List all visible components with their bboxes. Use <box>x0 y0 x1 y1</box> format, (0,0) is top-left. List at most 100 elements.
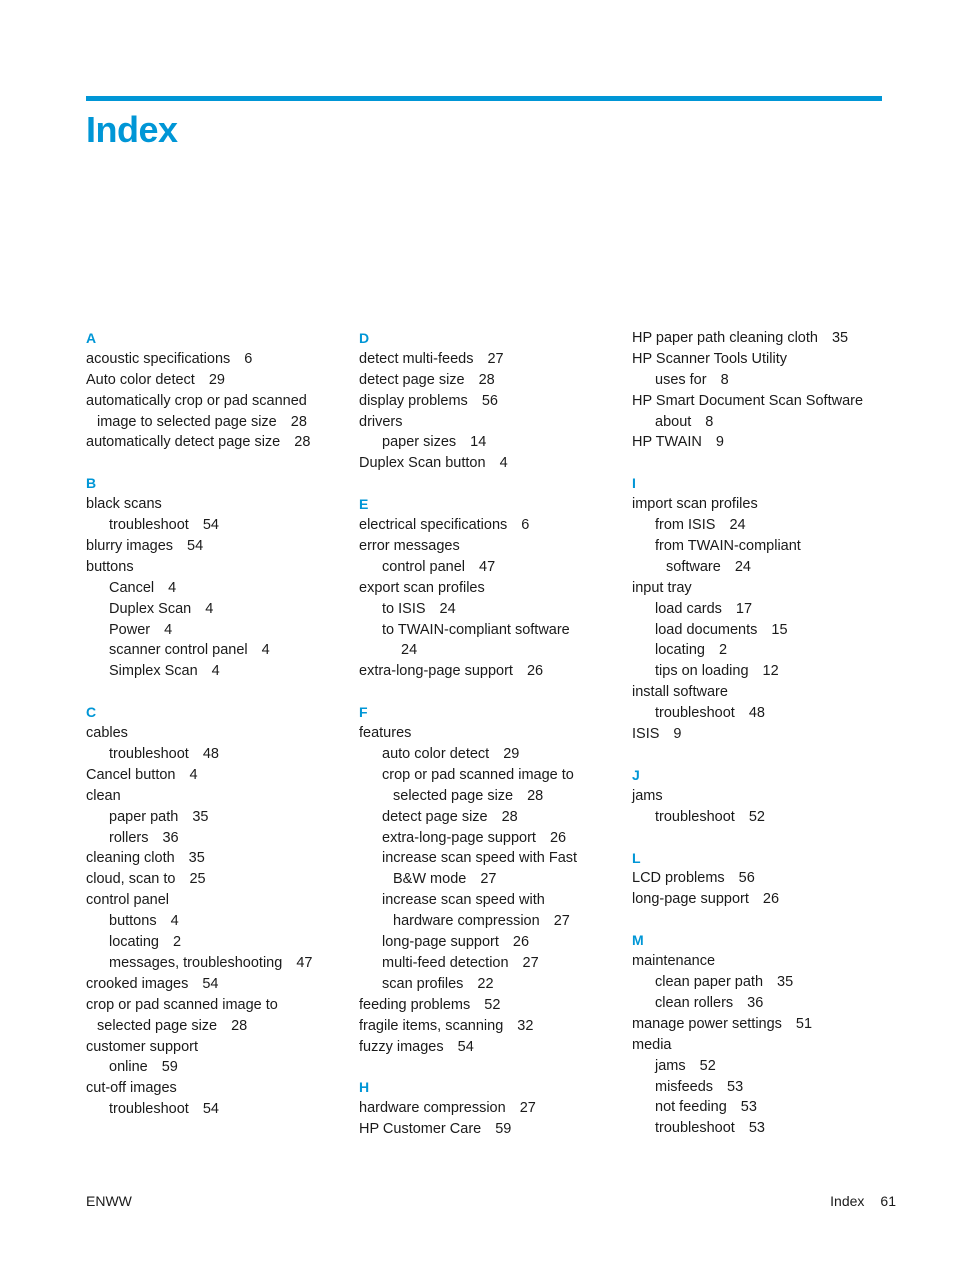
page-reference: 54 <box>457 1038 474 1055</box>
index-subentry: from ISIS 24 <box>632 515 897 536</box>
index-term: fuzzy images <box>359 1038 444 1055</box>
index-subentry-continuation: hardware compression 27 <box>359 911 624 932</box>
index-term: install software <box>632 684 728 701</box>
index-subentry: rollers 36 <box>86 828 351 849</box>
index-subentry: troubleshoot 48 <box>632 703 897 724</box>
page-reference: 54 <box>202 517 219 534</box>
index-term: scan profiles <box>382 975 464 992</box>
index-term: load documents <box>655 621 758 638</box>
index-entry: LCD problems 56 <box>632 868 897 889</box>
index-entry: automatically crop or pad scanned <box>86 391 351 412</box>
page-reference: 27 <box>553 913 570 930</box>
index-term: HP Scanner Tools Utility <box>632 350 788 367</box>
index-term: Power <box>109 621 151 638</box>
index-subentry: locating 2 <box>632 640 897 661</box>
section-letter-e: E <box>359 496 369 513</box>
index-term: increase scan speed with <box>382 892 545 909</box>
index-term: crop or pad scanned image to <box>86 996 278 1013</box>
index-term: locating <box>109 934 159 951</box>
index-term: rollers <box>109 829 149 846</box>
index-entry: drivers <box>359 412 624 433</box>
index-entry-continuation: selected page size 28 <box>86 1016 351 1037</box>
index-subentry: online 59 <box>86 1057 351 1078</box>
index-entry: input tray <box>632 578 897 599</box>
index-subentry: to TWAIN-compliant software <box>359 620 624 641</box>
page-reference: 56 <box>481 392 498 409</box>
page-reference: 54 <box>187 538 204 555</box>
page-reference: 35 <box>831 330 849 346</box>
index-entry: blurry images 54 <box>86 536 351 557</box>
index-subentry: troubleshoot 48 <box>86 744 351 765</box>
index-term: to ISIS <box>382 600 426 617</box>
page-reference: 28 <box>294 434 311 451</box>
page-reference: 53 <box>727 1078 744 1095</box>
index-subentry: Simplex Scan 4 <box>86 661 351 682</box>
index-term: cloud, scan to <box>86 871 176 888</box>
index-term: ISIS <box>632 726 660 743</box>
index-term: extra-long-page support <box>359 663 513 680</box>
page-reference: 15 <box>771 621 788 638</box>
index-term: Duplex Scan button <box>359 455 486 472</box>
index-entry: clean <box>86 786 351 807</box>
index-term: paper path <box>109 808 179 825</box>
index-entry: display problems 56 <box>359 391 624 412</box>
index-term: clean rollers <box>655 994 734 1011</box>
index-entry: export scan profiles <box>359 578 624 599</box>
footer-left: ENWW <box>86 1193 132 1209</box>
index-subentry: jams 52 <box>632 1056 897 1077</box>
index-term: crooked images <box>86 975 189 992</box>
index-subentry: troubleshoot 53 <box>632 1118 897 1139</box>
index-entry: cables <box>86 723 351 744</box>
page-reference: 35 <box>188 850 205 867</box>
index-term: clean paper path <box>655 974 764 991</box>
page-reference: 29 <box>208 371 225 388</box>
page-reference: 28 <box>478 371 495 388</box>
index-entry: fragile items, scanning 32 <box>359 1016 624 1037</box>
index-subentry: multi-feed detection 27 <box>359 953 624 974</box>
index-term: from ISIS <box>655 517 716 534</box>
index-term: automatically crop or pad scanned <box>86 392 307 409</box>
section-letter-f: F <box>359 704 368 721</box>
index-entry: import scan profiles <box>632 494 897 515</box>
index-term: automatically detect page size <box>86 434 281 451</box>
index-term: detect multi-feeds <box>359 350 474 367</box>
index-term: acoustic specifications <box>86 350 231 367</box>
index-term: maintenance <box>632 953 716 970</box>
index-term: online <box>109 1059 148 1076</box>
page-reference: 47 <box>296 954 313 971</box>
index-term: LCD problems <box>632 870 725 887</box>
index-term: input tray <box>632 579 692 596</box>
index-term: HP Customer Care <box>359 1121 482 1138</box>
index-term: selected page size <box>393 787 514 804</box>
section-letter-l: L <box>632 849 641 866</box>
page-reference: 24 <box>401 642 418 659</box>
index-entry: control panel <box>86 890 351 911</box>
index-term: media <box>632 1036 672 1053</box>
index-entry: HP Scanner Tools Utility <box>632 349 897 370</box>
index-term: feeding problems <box>359 996 471 1013</box>
index-term: hardware compression <box>359 1100 506 1117</box>
page-reference: 28 <box>231 1017 248 1034</box>
index-entry: hardware compression 27 <box>359 1098 624 1119</box>
section-letter-j: J <box>632 766 640 783</box>
page-reference: 4 <box>205 600 214 617</box>
index-term: features <box>359 725 412 742</box>
page-reference: 4 <box>168 579 177 596</box>
index-term: manage power settings <box>632 1015 782 1032</box>
index-term: cleaning cloth <box>86 850 175 867</box>
page-reference: 4 <box>189 766 198 783</box>
page-reference: 2 <box>172 934 182 951</box>
page-reference: 24 <box>439 600 456 617</box>
index-subentry: control panel 47 <box>359 557 624 578</box>
index-term: long-page support <box>632 891 749 908</box>
index-entry: HP Customer Care 59 <box>359 1119 624 1140</box>
section-letter-h: H <box>359 1079 370 1096</box>
index-entry: long-page support 26 <box>632 889 897 910</box>
index-term: troubleshoot <box>655 808 735 825</box>
section-letter-a: A <box>86 330 97 346</box>
page-reference: 4 <box>211 663 220 680</box>
